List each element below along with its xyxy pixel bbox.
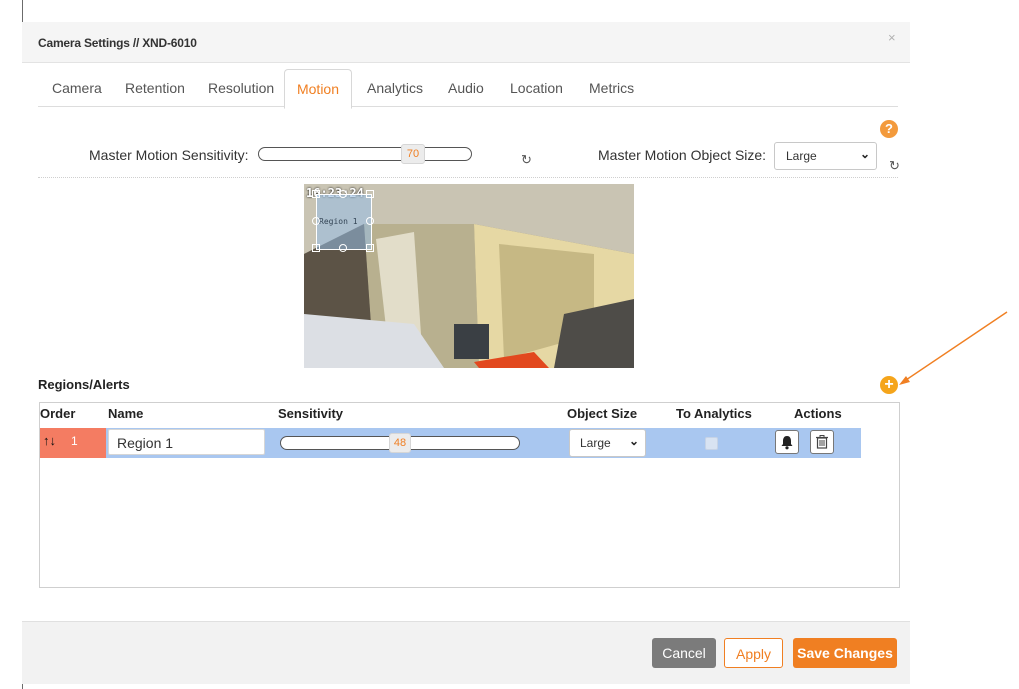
resize-handle[interactable] [312, 244, 320, 252]
col-to-analytics: To Analytics [676, 406, 752, 421]
region-object-size-select[interactable]: Large ⌄ [569, 429, 646, 457]
reorder-arrows-icon[interactable]: ↑↓ [43, 433, 56, 448]
col-object-size: Object Size [567, 406, 638, 421]
tab-metrics[interactable]: Metrics [589, 80, 634, 96]
tab-analytics[interactable]: Analytics [367, 80, 423, 96]
dialog-title: Camera Settings // XND-6010 [38, 36, 197, 50]
cancel-button[interactable]: Cancel [652, 638, 716, 668]
master-object-size-label: Master Motion Object Size: [598, 147, 767, 163]
master-object-size-value: Large [786, 149, 817, 163]
chevron-down-icon: ⌄ [628, 434, 639, 448]
col-actions: Actions [794, 406, 842, 421]
annotation-arrow [899, 311, 1008, 385]
tabs-divider [38, 106, 898, 107]
tab-retention[interactable]: Retention [125, 80, 185, 96]
alert-bell-button[interactable] [775, 430, 799, 454]
region-sensitivity-thumb[interactable]: 48 [389, 433, 411, 453]
section-separator [38, 177, 898, 178]
master-sensitivity-slider[interactable] [258, 147, 472, 161]
delete-region-button[interactable] [810, 430, 834, 454]
region-overlay-label: Region 1 [319, 217, 358, 226]
camera-preview[interactable]: 16:23:24 Region 1 [304, 184, 634, 368]
region-overlay-box[interactable]: Region 1 [316, 194, 372, 250]
bell-icon [781, 436, 793, 450]
resize-handle[interactable] [339, 190, 347, 198]
resize-handle[interactable] [312, 190, 320, 198]
resize-handle[interactable] [339, 244, 347, 252]
order-value: 1 [71, 434, 78, 448]
close-icon[interactable]: × [888, 30, 896, 45]
col-order: Order [40, 406, 76, 421]
master-sensitivity-label: Master Motion Sensitivity: [89, 147, 249, 163]
regions-title: Regions/Alerts [38, 377, 130, 392]
region-object-size-value: Large [580, 436, 611, 450]
reset-object-size-icon[interactable]: ↻ [889, 158, 900, 174]
apply-button[interactable]: Apply [724, 638, 783, 668]
master-object-size-select[interactable]: Large ⌄ [774, 142, 877, 170]
resize-handle[interactable] [312, 217, 320, 225]
tab-motion[interactable]: Motion [284, 69, 352, 109]
reset-sensitivity-icon[interactable]: ↻ [521, 152, 532, 168]
tab-resolution[interactable]: Resolution [208, 80, 274, 96]
region-name-input[interactable]: Region 1 [108, 429, 265, 455]
tab-location[interactable]: Location [510, 80, 563, 96]
resize-handle[interactable] [366, 217, 374, 225]
to-analytics-checkbox[interactable] [705, 437, 718, 450]
resize-handle[interactable] [366, 190, 374, 198]
resize-handle[interactable] [366, 244, 374, 252]
tab-audio[interactable]: Audio [448, 80, 484, 96]
help-icon[interactable]: ? [880, 120, 898, 138]
col-name: Name [108, 406, 144, 421]
col-sensitivity: Sensitivity [278, 406, 344, 421]
tab-camera[interactable]: Camera [52, 80, 102, 96]
save-changes-button[interactable]: Save Changes [793, 638, 897, 668]
chevron-down-icon: ⌄ [859, 147, 870, 161]
trash-icon [816, 435, 828, 449]
master-sensitivity-thumb[interactable]: 70 [401, 144, 425, 164]
